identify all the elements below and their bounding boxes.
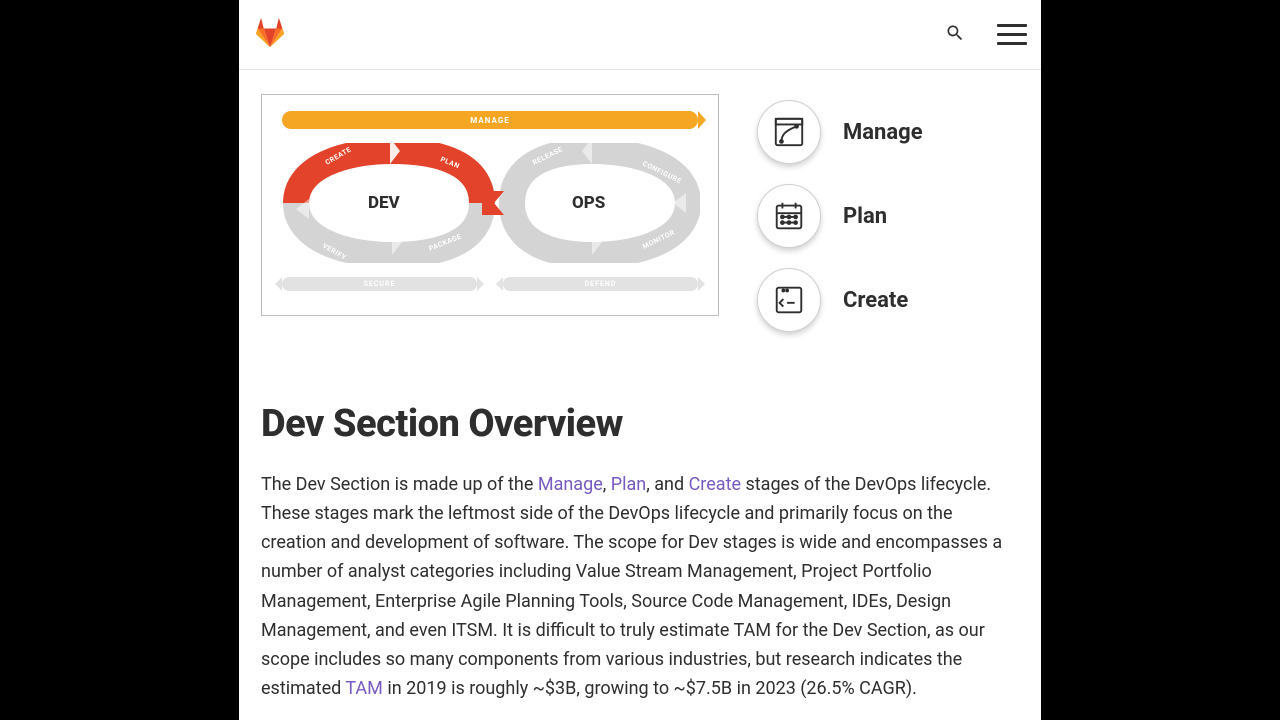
overview-paragraph: The Dev Section is made up of the Manage… (261, 470, 1019, 703)
header-actions (945, 23, 1027, 47)
manage-bar: MANAGE (282, 111, 698, 129)
defend-bar: DEFEND (503, 277, 698, 291)
infinity-loop: CREATE PLAN VERIFY PACKAGE RELEASE CONFI… (282, 143, 698, 263)
link-create[interactable]: Create (689, 474, 741, 495)
site-header (239, 0, 1041, 70)
link-plan[interactable]: Plan (611, 474, 646, 495)
link-manage[interactable]: Manage (538, 474, 603, 495)
ops-label: OPS (572, 193, 605, 213)
bottom-bars: SECURE DEFEND (282, 277, 698, 291)
stage-label: Plan (843, 204, 887, 229)
menu-icon[interactable] (997, 24, 1027, 45)
hero-row: MANAGE (261, 94, 1019, 332)
stage-plan[interactable]: Plan (757, 184, 923, 248)
text: , and (646, 474, 688, 495)
main-content: MANAGE (239, 70, 1041, 720)
text: , (603, 474, 611, 495)
stage-create[interactable]: Create (757, 268, 923, 332)
stage-manage[interactable]: Manage (757, 100, 923, 164)
text: in 2019 is roughly ~$3B, growing to ~$7.… (383, 678, 917, 699)
search-icon[interactable] (945, 23, 965, 47)
devops-diagram: MANAGE (261, 94, 719, 316)
page-title: Dev Section Overview (261, 402, 1019, 446)
text: The Dev Section is made up of the (261, 474, 538, 495)
gitlab-logo[interactable] (253, 17, 287, 53)
secure-bar: SECURE (282, 277, 477, 291)
dev-label: DEV (368, 193, 400, 213)
plan-icon (757, 184, 821, 248)
create-icon (757, 268, 821, 332)
stage-label: Create (843, 288, 908, 313)
link-tam[interactable]: TAM (345, 678, 383, 699)
text: stages of the DevOps lifecycle. These st… (261, 474, 1002, 699)
manage-icon (757, 100, 821, 164)
page-container: MANAGE (239, 0, 1041, 720)
stage-list: Manage Plan Create (757, 94, 923, 332)
stage-label: Manage (843, 120, 923, 145)
